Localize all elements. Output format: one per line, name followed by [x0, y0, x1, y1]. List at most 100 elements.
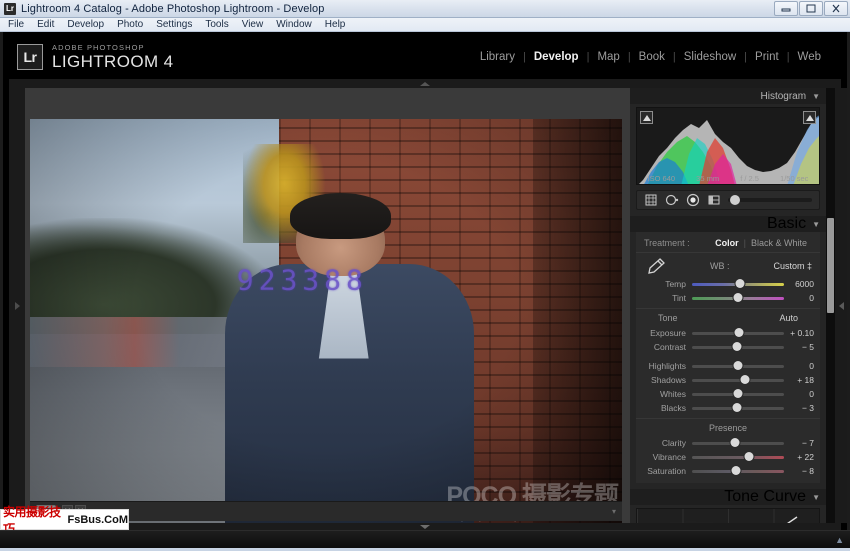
- histogram-header[interactable]: Histogram ▼: [630, 88, 826, 104]
- slider-temp[interactable]: Temp 6000: [636, 277, 820, 291]
- maximize-button[interactable]: [799, 1, 823, 16]
- tone-curve-header[interactable]: Tone Curve ▼: [630, 489, 826, 505]
- module-web[interactable]: Web: [790, 51, 829, 63]
- slider-whites[interactable]: Whites 0: [636, 387, 820, 401]
- menu-item-photo[interactable]: Photo: [117, 19, 143, 30]
- slider-blacks-label: Blacks: [640, 403, 692, 413]
- white-balance-label: WB :: [670, 261, 769, 271]
- slider-temp-track[interactable]: [692, 283, 784, 286]
- collapse-filmstrip[interactable]: [9, 523, 841, 530]
- histogram-focal-length: 35 mm: [696, 174, 719, 183]
- scrollbar-thumb[interactable]: [827, 218, 834, 313]
- crop-overlay-icon[interactable]: [644, 193, 658, 207]
- toolbar-options-chevron-icon[interactable]: ▾: [612, 507, 616, 516]
- slider-saturation-label: Saturation: [640, 466, 692, 476]
- tone-curve-graph[interactable]: ◎: [636, 508, 820, 523]
- slider-clarity[interactable]: Clarity − 7: [636, 436, 820, 450]
- slider-tint-track[interactable]: [692, 297, 784, 300]
- adjustment-brush-icon[interactable]: [728, 198, 812, 202]
- menu-item-develop[interactable]: Develop: [67, 19, 104, 30]
- graduated-filter-icon[interactable]: [707, 193, 721, 207]
- menu-item-help[interactable]: Help: [325, 19, 346, 30]
- basic-caret-icon[interactable]: ▼: [812, 220, 820, 229]
- window-title: Lightroom 4 Catalog - Adobe Photoshop Li…: [21, 3, 325, 15]
- identity-text: ADOBE PHOTOSHOP LIGHTROOM 4: [52, 44, 174, 71]
- tone-label: Tone: [658, 313, 678, 323]
- taskbar-tray-caret-icon[interactable]: ▲: [835, 535, 844, 545]
- module-develop[interactable]: Develop: [526, 51, 587, 63]
- white-balance-selector-icon[interactable]: [644, 257, 666, 275]
- auto-tone-button[interactable]: Auto: [779, 313, 798, 323]
- identity-subtitle: ADOBE PHOTOSHOP: [52, 44, 174, 52]
- slider-clarity-track[interactable]: [692, 442, 784, 445]
- tone-curve-line: [637, 509, 820, 523]
- histogram-graph[interactable]: ISO 640 35 mm f / 2.5 1/50 sec: [636, 107, 820, 185]
- slider-whites-value: 0: [784, 389, 814, 399]
- close-button[interactable]: [824, 1, 848, 16]
- menu-item-window[interactable]: Window: [276, 19, 312, 30]
- slider-shadows[interactable]: Shadows + 18: [636, 373, 820, 387]
- collapse-left-panel-icon: [15, 302, 20, 310]
- highlight-clipping-indicator[interactable]: [803, 111, 816, 124]
- right-panel-scrollbar[interactable]: [826, 88, 835, 523]
- slider-highlights[interactable]: Highlights 0: [636, 359, 820, 373]
- module-library[interactable]: Library: [472, 51, 523, 63]
- tone-curve-caret-icon[interactable]: ▼: [812, 493, 820, 502]
- slider-vibrance-track[interactable]: [692, 456, 784, 459]
- site-watermark-en: FsBus.CoM: [68, 514, 129, 526]
- menu-item-file[interactable]: File: [8, 19, 24, 30]
- slider-tint[interactable]: Tint 0: [636, 291, 820, 305]
- slider-exposure-label: Exposure: [640, 328, 692, 338]
- menu-item-settings[interactable]: Settings: [156, 19, 192, 30]
- photo-overlay-number: 923388: [237, 264, 368, 297]
- slider-exposure-track[interactable]: [692, 332, 784, 335]
- slider-vibrance[interactable]: Vibrance + 22: [636, 450, 820, 464]
- module-print[interactable]: Print: [747, 51, 787, 63]
- right-panel: Histogram ▼ ISO 640 35 mm: [630, 88, 826, 523]
- slider-highlights-label: Highlights: [640, 361, 692, 371]
- slider-shadows-track[interactable]: [692, 379, 784, 382]
- slider-saturation-track[interactable]: [692, 470, 784, 473]
- slider-contrast-track[interactable]: [692, 346, 784, 349]
- slider-highlights-value: 0: [784, 361, 814, 371]
- slider-contrast[interactable]: Contrast − 5: [636, 340, 820, 354]
- histogram-aperture: f / 2.5: [740, 174, 759, 183]
- spot-removal-icon[interactable]: [665, 193, 679, 207]
- histogram-iso: ISO 640: [648, 174, 676, 183]
- basic-panel-body: Treatment : Color | Black & White WB : C…: [636, 232, 820, 483]
- tone-group-header: Tone Auto: [636, 308, 820, 326]
- photo-vignette: [30, 119, 622, 532]
- photo-container[interactable]: 923388 POCO 摄影专题 http://photo.poco.cn/: [30, 119, 622, 532]
- menu-item-edit[interactable]: Edit: [37, 19, 54, 30]
- slider-highlights-track[interactable]: [692, 365, 784, 368]
- collapse-right-panel[interactable]: [835, 88, 847, 523]
- basic-panel-header[interactable]: Basic ▼: [630, 216, 826, 232]
- histogram-caret-icon[interactable]: ▼: [812, 92, 820, 101]
- menu-item-view[interactable]: View: [242, 19, 264, 30]
- slider-whites-track[interactable]: [692, 393, 784, 396]
- treatment-bw-option[interactable]: Black & White: [746, 238, 812, 248]
- menu-item-tools[interactable]: Tools: [205, 19, 228, 30]
- shadow-clipping-indicator[interactable]: [640, 111, 653, 124]
- lightroom-header: Lr ADOBE PHOTOSHOP LIGHTROOM 4 Library |…: [9, 35, 841, 79]
- white-balance-value[interactable]: Custom ‡: [773, 261, 812, 271]
- app-icon: Lr: [4, 3, 16, 15]
- red-eye-correction-icon[interactable]: [686, 193, 700, 207]
- application-window: Lr Lightroom 4 Catalog - Adobe Photoshop…: [0, 0, 850, 551]
- module-book[interactable]: Book: [631, 51, 673, 63]
- window-titlebar: Lr Lightroom 4 Catalog - Adobe Photoshop…: [0, 0, 850, 18]
- module-slideshow[interactable]: Slideshow: [676, 51, 744, 63]
- treatment-color-option[interactable]: Color: [710, 238, 744, 248]
- slider-tint-value: 0: [784, 293, 814, 303]
- slider-exposure[interactable]: Exposure + 0.10: [636, 326, 820, 340]
- collapse-left-panel[interactable]: [9, 88, 25, 523]
- collapse-filmstrip-icon: [420, 525, 430, 529]
- module-map[interactable]: Map: [589, 51, 627, 63]
- collapse-top-panel[interactable]: [9, 79, 841, 88]
- slider-clarity-label: Clarity: [640, 438, 692, 448]
- slider-blacks[interactable]: Blacks − 3: [636, 401, 820, 415]
- identity-plate[interactable]: Lr ADOBE PHOTOSHOP LIGHTROOM 4: [17, 44, 174, 71]
- slider-saturation[interactable]: Saturation − 8: [636, 464, 820, 478]
- minimize-button[interactable]: [774, 1, 798, 16]
- slider-blacks-track[interactable]: [692, 407, 784, 410]
